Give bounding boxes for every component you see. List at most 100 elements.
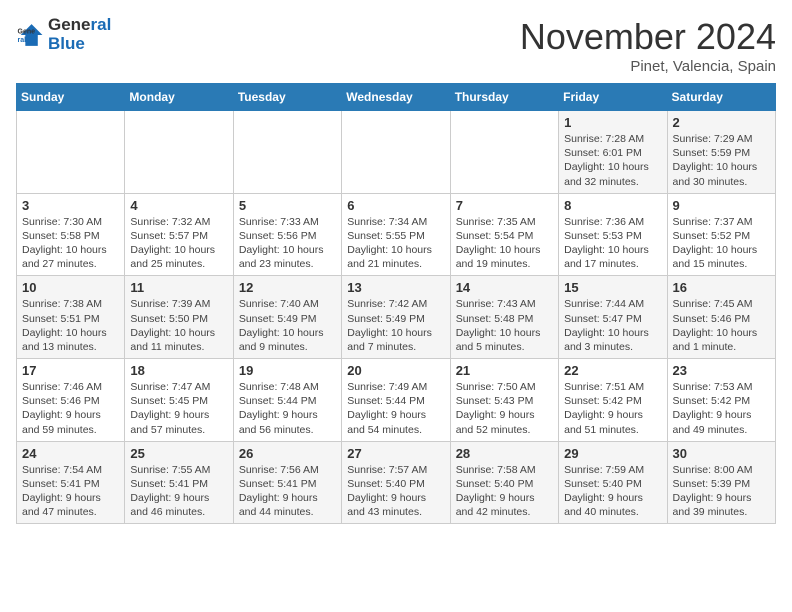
day-number: 24	[22, 446, 119, 461]
day-info: Sunrise: 7:55 AMSunset: 5:41 PMDaylight:…	[130, 463, 227, 520]
weekday-header-wednesday: Wednesday	[342, 84, 450, 111]
calendar-cell: 28 Sunrise: 7:58 AMSunset: 5:40 PMDayligh…	[450, 441, 558, 524]
day-number: 10	[22, 280, 119, 295]
day-info: Sunrise: 7:39 AMSunset: 5:50 PMDaylight:…	[130, 297, 227, 354]
weekday-header-tuesday: Tuesday	[233, 84, 341, 111]
calendar-week-1: 1 Sunrise: 7:28 AMSunset: 6:01 PMDaylight…	[17, 111, 776, 194]
day-info: Sunrise: 7:50 AMSunset: 5:43 PMDaylight:…	[456, 380, 553, 437]
day-info: Sunrise: 7:59 AMSunset: 5:40 PMDaylight:…	[564, 463, 661, 520]
calendar-cell	[125, 111, 233, 194]
day-number: 13	[347, 280, 444, 295]
day-number: 17	[22, 363, 119, 378]
calendar-cell: 19Sunrise: 7:48 AMSunset: 5:44 PMDayligh…	[233, 359, 341, 442]
calendar-cell: 12Sunrise: 7:40 AMSunset: 5:49 PMDayligh…	[233, 276, 341, 359]
day-info: Sunrise: 7:43 AMSunset: 5:48 PMDaylight:…	[456, 297, 553, 354]
day-info: Sunrise: 7:34 AMSunset: 5:55 PMDaylight:…	[347, 215, 444, 272]
calendar-cell: 6 Sunrise: 7:34 AMSunset: 5:55 PMDaylight…	[342, 193, 450, 276]
calendar-cell: 4Sunrise: 7:32 AMSunset: 5:57 PMDaylight…	[125, 193, 233, 276]
day-number: 18	[130, 363, 227, 378]
calendar-cell: 16 Sunrise: 7:45 AMSunset: 5:46 PMDayligh…	[667, 276, 775, 359]
calendar-cell: 9 Sunrise: 7:37 AMSunset: 5:52 PMDaylight…	[667, 193, 775, 276]
calendar-cell: 22Sunrise: 7:51 AMSunset: 5:42 PMDayligh…	[559, 359, 667, 442]
day-info: Sunrise: 7:29 AMSunset: 5:59 PMDaylight:…	[673, 132, 770, 189]
day-number: 7	[456, 198, 553, 213]
calendar-cell: 24Sunrise: 7:54 AMSunset: 5:41 PMDayligh…	[17, 441, 125, 524]
calendar-cell: 20 Sunrise: 7:49 AMSunset: 5:44 PMDayligh…	[342, 359, 450, 442]
weekday-header-sunday: Sunday	[17, 84, 125, 111]
title-area: November 2024 Pinet, Valencia, Spain	[520, 16, 776, 75]
day-number: 30	[673, 446, 770, 461]
weekday-header-thursday: Thursday	[450, 84, 558, 111]
month-title: November 2024	[520, 16, 776, 58]
calendar-week-3: 10Sunrise: 7:38 AMSunset: 5:51 PMDayligh…	[17, 276, 776, 359]
day-info: Sunrise: 7:58 AMSunset: 5:40 PMDaylight:…	[456, 463, 553, 520]
weekday-header-monday: Monday	[125, 84, 233, 111]
day-number: 15	[564, 280, 661, 295]
day-info: Sunrise: 7:49 AMSunset: 5:44 PMDaylight:…	[347, 380, 444, 437]
day-info: Sunrise: 7:28 AMSunset: 6:01 PMDaylight:…	[564, 132, 661, 189]
calendar-cell	[450, 111, 558, 194]
day-number: 28	[456, 446, 553, 461]
calendar-cell	[233, 111, 341, 194]
day-info: Sunrise: 7:56 AMSunset: 5:41 PMDaylight:…	[239, 463, 336, 520]
day-info: Sunrise: 7:53 AMSunset: 5:42 PMDaylight:…	[673, 380, 770, 437]
weekday-header-saturday: Saturday	[667, 84, 775, 111]
day-info: Sunrise: 7:48 AMSunset: 5:44 PMDaylight:…	[239, 380, 336, 437]
day-number: 27	[347, 446, 444, 461]
calendar-cell: 21 Sunrise: 7:50 AMSunset: 5:43 PMDayligh…	[450, 359, 558, 442]
calendar-cell	[342, 111, 450, 194]
calendar-week-4: 17 Sunrise: 7:46 AMSunset: 5:46 PMDayligh…	[17, 359, 776, 442]
day-number: 6	[347, 198, 444, 213]
day-number: 25	[130, 446, 227, 461]
calendar-cell: 17 Sunrise: 7:46 AMSunset: 5:46 PMDayligh…	[17, 359, 125, 442]
day-number: 8	[564, 198, 661, 213]
day-info: Sunrise: 7:44 AMSunset: 5:47 PMDaylight:…	[564, 297, 661, 354]
calendar-cell: 8 Sunrise: 7:36 AMSunset: 5:53 PMDaylight…	[559, 193, 667, 276]
day-info: Sunrise: 7:33 AMSunset: 5:56 PMDaylight:…	[239, 215, 336, 272]
day-number: 14	[456, 280, 553, 295]
logo-line1: General	[48, 16, 111, 35]
calendar-cell: 18 Sunrise: 7:47 AMSunset: 5:45 PMDayligh…	[125, 359, 233, 442]
calendar-cell: 25 Sunrise: 7:55 AMSunset: 5:41 PMDayligh…	[125, 441, 233, 524]
day-info: Sunrise: 7:45 AMSunset: 5:46 PMDaylight:…	[673, 297, 770, 354]
day-info: Sunrise: 7:32 AMSunset: 5:57 PMDaylight:…	[130, 215, 227, 272]
svg-text:ral: ral	[18, 37, 27, 44]
day-number: 23	[673, 363, 770, 378]
calendar-body: 1 Sunrise: 7:28 AMSunset: 6:01 PMDaylight…	[17, 111, 776, 524]
day-number: 1	[564, 115, 661, 130]
calendar-cell: 29 Sunrise: 7:59 AMSunset: 5:40 PMDayligh…	[559, 441, 667, 524]
day-info: Sunrise: 7:36 AMSunset: 5:53 PMDaylight:…	[564, 215, 661, 272]
calendar-cell	[17, 111, 125, 194]
calendar-cell: 2Sunrise: 7:29 AMSunset: 5:59 PMDaylight…	[667, 111, 775, 194]
day-number: 21	[456, 363, 553, 378]
day-number: 5	[239, 198, 336, 213]
day-number: 3	[22, 198, 119, 213]
calendar-cell: 14 Sunrise: 7:43 AMSunset: 5:48 PMDayligh…	[450, 276, 558, 359]
calendar-cell: 11Sunrise: 7:39 AMSunset: 5:50 PMDayligh…	[125, 276, 233, 359]
weekday-header-friday: Friday	[559, 84, 667, 111]
calendar-cell: 7Sunrise: 7:35 AMSunset: 5:54 PMDaylight…	[450, 193, 558, 276]
calendar-week-5: 24Sunrise: 7:54 AMSunset: 5:41 PMDayligh…	[17, 441, 776, 524]
day-info: Sunrise: 8:00 AMSunset: 5:39 PMDaylight:…	[673, 463, 770, 520]
page-header: Gene ral General Blue November 2024 Pine…	[16, 16, 776, 75]
day-number: 12	[239, 280, 336, 295]
day-number: 20	[347, 363, 444, 378]
calendar-cell: 3 Sunrise: 7:30 AMSunset: 5:58 PMDaylight…	[17, 193, 125, 276]
day-info: Sunrise: 7:37 AMSunset: 5:52 PMDaylight:…	[673, 215, 770, 272]
calendar-cell: 13Sunrise: 7:42 AMSunset: 5:49 PMDayligh…	[342, 276, 450, 359]
day-info: Sunrise: 7:30 AMSunset: 5:58 PMDaylight:…	[22, 215, 119, 272]
day-info: Sunrise: 7:47 AMSunset: 5:45 PMDaylight:…	[130, 380, 227, 437]
calendar-cell: 15 Sunrise: 7:44 AMSunset: 5:47 PMDayligh…	[559, 276, 667, 359]
calendar-cell: 1 Sunrise: 7:28 AMSunset: 6:01 PMDaylight…	[559, 111, 667, 194]
day-number: 26	[239, 446, 336, 461]
day-info: Sunrise: 7:57 AMSunset: 5:40 PMDaylight:…	[347, 463, 444, 520]
day-number: 29	[564, 446, 661, 461]
day-number: 16	[673, 280, 770, 295]
calendar-cell: 27 Sunrise: 7:57 AMSunset: 5:40 PMDayligh…	[342, 441, 450, 524]
calendar-week-2: 3 Sunrise: 7:30 AMSunset: 5:58 PMDaylight…	[17, 193, 776, 276]
day-number: 9	[673, 198, 770, 213]
day-info: Sunrise: 7:46 AMSunset: 5:46 PMDaylight:…	[22, 380, 119, 437]
logo-icon: Gene ral	[16, 21, 44, 49]
day-info: Sunrise: 7:51 AMSunset: 5:42 PMDaylight:…	[564, 380, 661, 437]
calendar-cell: 5 Sunrise: 7:33 AMSunset: 5:56 PMDaylight…	[233, 193, 341, 276]
